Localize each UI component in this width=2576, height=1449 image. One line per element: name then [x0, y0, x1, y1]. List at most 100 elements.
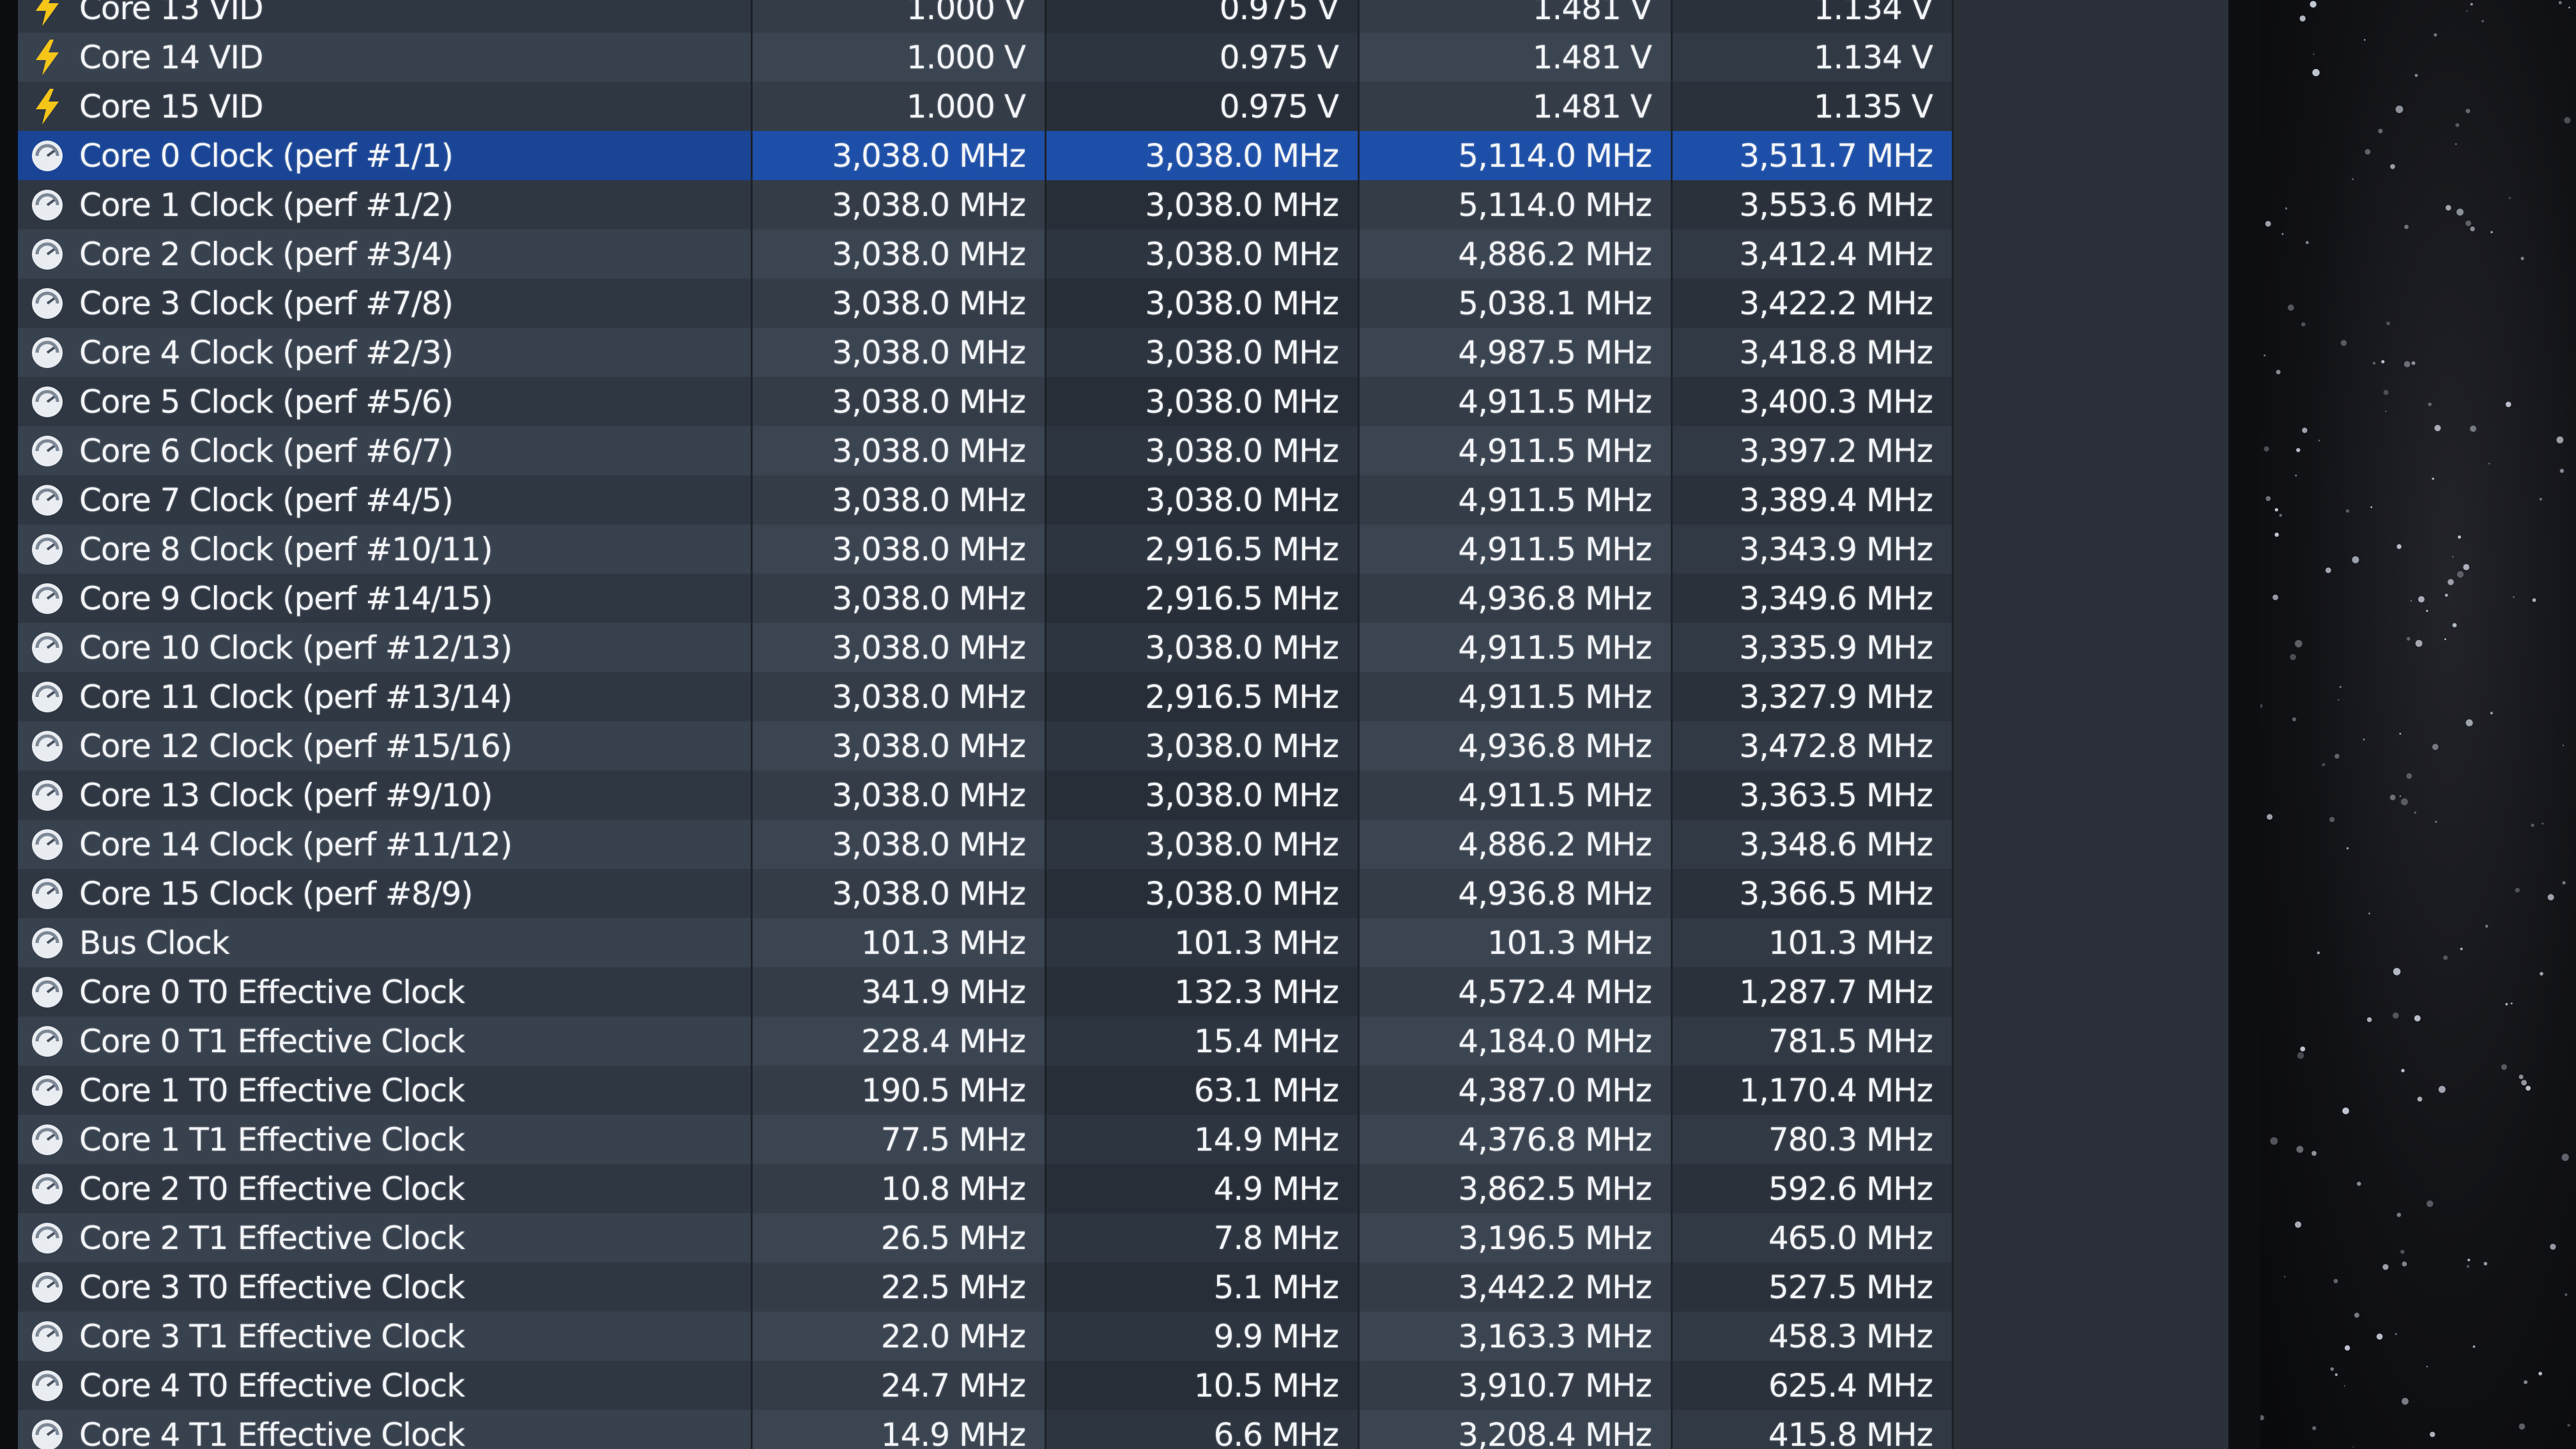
- minimum-value-cell[interactable]: 2,916.5 MHz: [1046, 574, 1360, 623]
- maximum-value-cell[interactable]: 4,911.5 MHz: [1360, 770, 1673, 820]
- minimum-value-cell[interactable]: 3,038.0 MHz: [1046, 131, 1360, 180]
- sensor-name-cell[interactable]: Core 2 T0 Effective Clock: [18, 1164, 753, 1213]
- sensor-name-cell[interactable]: Core 5 Clock (perf #5/6): [18, 377, 753, 426]
- minimum-value-cell[interactable]: 63.1 MHz: [1046, 1066, 1360, 1115]
- current-value-cell[interactable]: 3,038.0 MHz: [753, 426, 1046, 475]
- current-value-cell[interactable]: 3,038.0 MHz: [753, 180, 1046, 229]
- table-row[interactable]: Core 15 VID 1.000 V 0.975 V 1.481 V 1.13…: [18, 82, 1954, 131]
- average-value-cell[interactable]: 3,412.4 MHz: [1673, 229, 1954, 279]
- current-value-cell[interactable]: 3,038.0 MHz: [753, 328, 1046, 377]
- average-value-cell[interactable]: 3,335.9 MHz: [1673, 623, 1954, 672]
- sensor-name-cell[interactable]: Core 12 Clock (perf #15/16): [18, 721, 753, 770]
- average-value-cell[interactable]: 1,170.4 MHz: [1673, 1066, 1954, 1115]
- table-row[interactable]: Core 1 T0 Effective Clock 190.5 MHz 63.1…: [18, 1066, 1954, 1115]
- average-value-cell[interactable]: 3,366.5 MHz: [1673, 869, 1954, 918]
- minimum-value-cell[interactable]: 3,038.0 MHz: [1046, 475, 1360, 525]
- average-value-cell[interactable]: 3,343.9 MHz: [1673, 525, 1954, 574]
- average-value-cell[interactable]: 625.4 MHz: [1673, 1361, 1954, 1410]
- current-value-cell[interactable]: 3,038.0 MHz: [753, 229, 1046, 279]
- maximum-value-cell[interactable]: 4,572.4 MHz: [1360, 967, 1673, 1016]
- sensor-name-cell[interactable]: Core 2 T1 Effective Clock: [18, 1213, 753, 1262]
- current-value-cell[interactable]: 1.000 V: [753, 82, 1046, 131]
- table-row[interactable]: Core 3 T1 Effective Clock 22.0 MHz 9.9 M…: [18, 1312, 1954, 1361]
- current-value-cell[interactable]: 3,038.0 MHz: [753, 279, 1046, 328]
- table-row[interactable]: Core 13 VID 1.000 V 0.975 V 1.481 V 1.13…: [18, 0, 1954, 33]
- minimum-value-cell[interactable]: 3,038.0 MHz: [1046, 328, 1360, 377]
- current-value-cell[interactable]: 3,038.0 MHz: [753, 721, 1046, 770]
- current-value-cell[interactable]: 3,038.0 MHz: [753, 525, 1046, 574]
- maximum-value-cell[interactable]: 1.481 V: [1360, 33, 1673, 82]
- minimum-value-cell[interactable]: 0.975 V: [1046, 0, 1360, 33]
- table-row[interactable]: Core 7 Clock (perf #4/5) 3,038.0 MHz 3,0…: [18, 475, 1954, 525]
- table-row[interactable]: Core 3 T0 Effective Clock 22.5 MHz 5.1 M…: [18, 1262, 1954, 1312]
- current-value-cell[interactable]: 77.5 MHz: [753, 1115, 1046, 1164]
- sensor-name-cell[interactable]: Core 15 VID: [18, 82, 753, 131]
- current-value-cell[interactable]: 101.3 MHz: [753, 918, 1046, 967]
- table-row[interactable]: Core 15 Clock (perf #8/9) 3,038.0 MHz 3,…: [18, 869, 1954, 918]
- current-value-cell[interactable]: 228.4 MHz: [753, 1016, 1046, 1066]
- maximum-value-cell[interactable]: 4,184.0 MHz: [1360, 1016, 1673, 1066]
- average-value-cell[interactable]: 3,327.9 MHz: [1673, 672, 1954, 721]
- sensor-name-cell[interactable]: Core 3 Clock (perf #7/8): [18, 279, 753, 328]
- table-row[interactable]: Core 1 Clock (perf #1/2) 3,038.0 MHz 3,0…: [18, 180, 1954, 229]
- maximum-value-cell[interactable]: 1.481 V: [1360, 82, 1673, 131]
- minimum-value-cell[interactable]: 132.3 MHz: [1046, 967, 1360, 1016]
- maximum-value-cell[interactable]: 101.3 MHz: [1360, 918, 1673, 967]
- maximum-value-cell[interactable]: 4,376.8 MHz: [1360, 1115, 1673, 1164]
- current-value-cell[interactable]: 14.9 MHz: [753, 1410, 1046, 1449]
- maximum-value-cell[interactable]: 5,114.0 MHz: [1360, 180, 1673, 229]
- maximum-value-cell[interactable]: 4,387.0 MHz: [1360, 1066, 1673, 1115]
- table-row[interactable]: Core 4 Clock (perf #2/3) 3,038.0 MHz 3,0…: [18, 328, 1954, 377]
- current-value-cell[interactable]: 3,038.0 MHz: [753, 475, 1046, 525]
- current-value-cell[interactable]: 3,038.0 MHz: [753, 377, 1046, 426]
- maximum-value-cell[interactable]: 4,987.5 MHz: [1360, 328, 1673, 377]
- table-row[interactable]: Core 6 Clock (perf #6/7) 3,038.0 MHz 3,0…: [18, 426, 1954, 475]
- current-value-cell[interactable]: 3,038.0 MHz: [753, 770, 1046, 820]
- average-value-cell[interactable]: 3,422.2 MHz: [1673, 279, 1954, 328]
- average-value-cell[interactable]: 415.8 MHz: [1673, 1410, 1954, 1449]
- current-value-cell[interactable]: 3,038.0 MHz: [753, 574, 1046, 623]
- maximum-value-cell[interactable]: 3,442.2 MHz: [1360, 1262, 1673, 1312]
- maximum-value-cell[interactable]: 3,163.3 MHz: [1360, 1312, 1673, 1361]
- minimum-value-cell[interactable]: 3,038.0 MHz: [1046, 180, 1360, 229]
- average-value-cell[interactable]: 1.134 V: [1673, 0, 1954, 33]
- sensor-name-cell[interactable]: Core 4 Clock (perf #2/3): [18, 328, 753, 377]
- table-row[interactable]: Core 4 T0 Effective Clock 24.7 MHz 10.5 …: [18, 1361, 1954, 1410]
- maximum-value-cell[interactable]: 4,911.5 MHz: [1360, 525, 1673, 574]
- average-value-cell[interactable]: 3,553.6 MHz: [1673, 180, 1954, 229]
- current-value-cell[interactable]: 22.0 MHz: [753, 1312, 1046, 1361]
- table-row[interactable]: Core 0 T1 Effective Clock 228.4 MHz 15.4…: [18, 1016, 1954, 1066]
- table-row[interactable]: Core 0 Clock (perf #1/1) 3,038.0 MHz 3,0…: [18, 131, 1954, 180]
- maximum-value-cell[interactable]: 4,911.5 MHz: [1360, 623, 1673, 672]
- sensor-name-cell[interactable]: Core 6 Clock (perf #6/7): [18, 426, 753, 475]
- minimum-value-cell[interactable]: 0.975 V: [1046, 33, 1360, 82]
- maximum-value-cell[interactable]: 3,196.5 MHz: [1360, 1213, 1673, 1262]
- current-value-cell[interactable]: 341.9 MHz: [753, 967, 1046, 1016]
- minimum-value-cell[interactable]: 3,038.0 MHz: [1046, 869, 1360, 918]
- minimum-value-cell[interactable]: 7.8 MHz: [1046, 1213, 1360, 1262]
- minimum-value-cell[interactable]: 101.3 MHz: [1046, 918, 1360, 967]
- sensor-name-cell[interactable]: Core 14 VID: [18, 33, 753, 82]
- average-value-cell[interactable]: 780.3 MHz: [1673, 1115, 1954, 1164]
- minimum-value-cell[interactable]: 9.9 MHz: [1046, 1312, 1360, 1361]
- minimum-value-cell[interactable]: 5.1 MHz: [1046, 1262, 1360, 1312]
- current-value-cell[interactable]: 3,038.0 MHz: [753, 131, 1046, 180]
- table-row[interactable]: Core 12 Clock (perf #15/16) 3,038.0 MHz …: [18, 721, 1954, 770]
- sensor-name-cell[interactable]: Core 4 T0 Effective Clock: [18, 1361, 753, 1410]
- current-value-cell[interactable]: 3,038.0 MHz: [753, 672, 1046, 721]
- maximum-value-cell[interactable]: 5,114.0 MHz: [1360, 131, 1673, 180]
- maximum-value-cell[interactable]: 3,208.4 MHz: [1360, 1410, 1673, 1449]
- sensor-name-cell[interactable]: Core 4 T1 Effective Clock: [18, 1410, 753, 1449]
- maximum-value-cell[interactable]: 4,886.2 MHz: [1360, 820, 1673, 869]
- average-value-cell[interactable]: 3,511.7 MHz: [1673, 131, 1954, 180]
- minimum-value-cell[interactable]: 3,038.0 MHz: [1046, 623, 1360, 672]
- minimum-value-cell[interactable]: 3,038.0 MHz: [1046, 820, 1360, 869]
- maximum-value-cell[interactable]: 4,911.5 MHz: [1360, 426, 1673, 475]
- minimum-value-cell[interactable]: 2,916.5 MHz: [1046, 525, 1360, 574]
- maximum-value-cell[interactable]: 3,910.7 MHz: [1360, 1361, 1673, 1410]
- minimum-value-cell[interactable]: 2,916.5 MHz: [1046, 672, 1360, 721]
- minimum-value-cell[interactable]: 0.975 V: [1046, 82, 1360, 131]
- sensor-name-cell[interactable]: Core 13 VID: [18, 0, 753, 33]
- table-row[interactable]: Core 11 Clock (perf #13/14) 3,038.0 MHz …: [18, 672, 1954, 721]
- minimum-value-cell[interactable]: 6.6 MHz: [1046, 1410, 1360, 1449]
